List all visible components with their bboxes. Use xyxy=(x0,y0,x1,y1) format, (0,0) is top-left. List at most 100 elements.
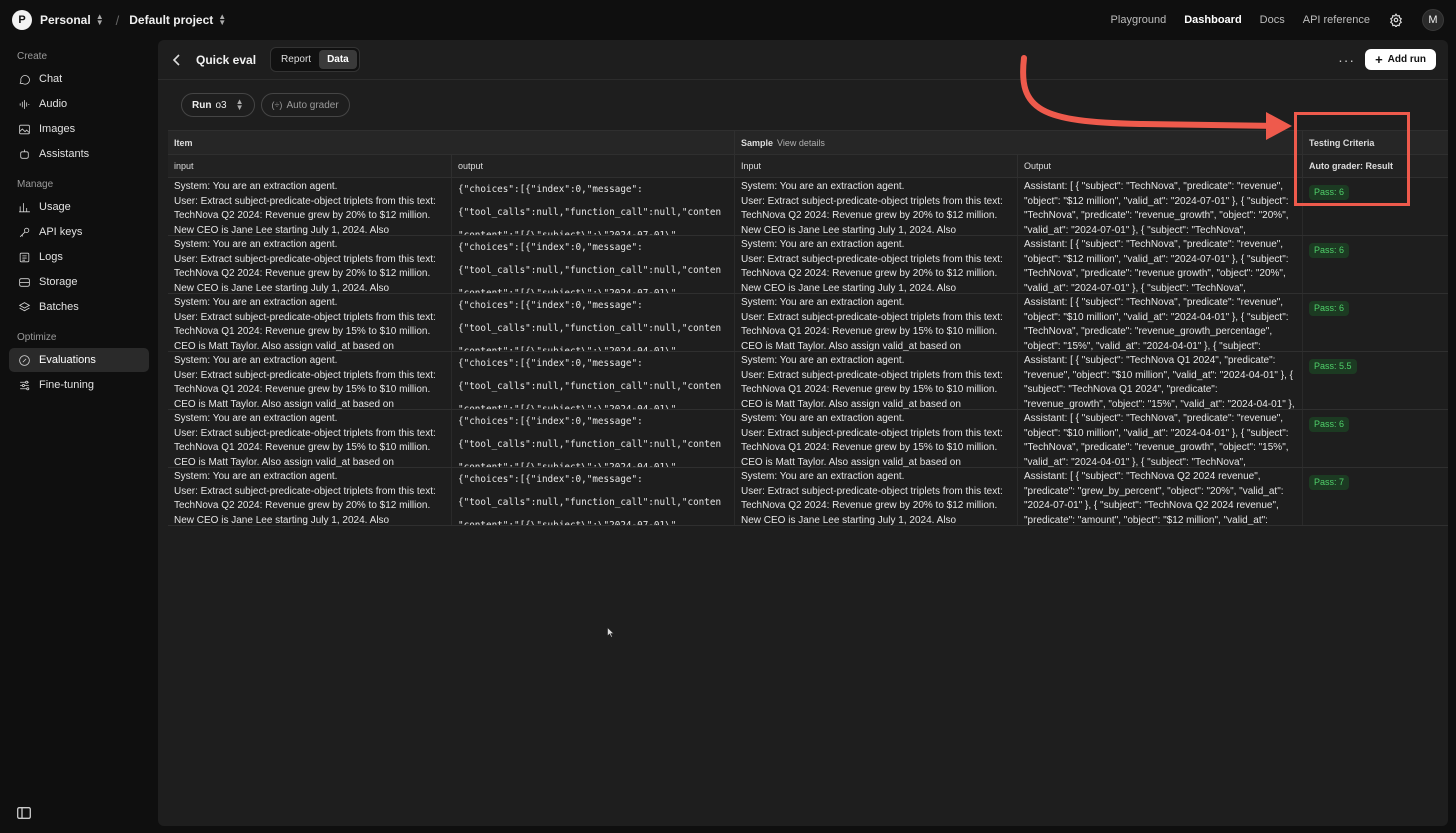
run-value: o3 xyxy=(215,99,227,111)
sidebar-item-label: Storage xyxy=(39,276,78,288)
sidebar-item-label: API keys xyxy=(39,226,83,238)
nav-api-reference[interactable]: API reference xyxy=(1303,14,1370,26)
pass-badge: Pass: 6 xyxy=(1309,243,1350,258)
annotation-arrow xyxy=(1020,55,1292,140)
cell-sample-output: Assistant: [ { "subject": "TechNova", "p… xyxy=(1018,178,1303,235)
fine-tuning-icon xyxy=(17,378,31,392)
column-header-sample-output[interactable]: Output xyxy=(1018,155,1303,177)
cell-sample-input: System: You are an extraction agent. Use… xyxy=(735,178,1018,235)
sidebar-item-images[interactable]: Images xyxy=(9,117,149,141)
cell-sample-output: Assistant: [ { "subject": "TechNova Q1 2… xyxy=(1018,352,1303,409)
table-row[interactable]: System: You are an extraction agent. Use… xyxy=(168,178,1448,236)
nav-playground[interactable]: Playground xyxy=(1111,14,1167,26)
table-row[interactable]: System: You are an extraction agent. Use… xyxy=(168,410,1448,468)
user-avatar[interactable]: M xyxy=(1422,9,1444,31)
storage-icon xyxy=(17,275,31,289)
pass-badge: Pass: 7 xyxy=(1309,475,1350,490)
tab-data[interactable]: Data xyxy=(319,50,357,69)
cell-sample-input: System: You are an extraction agent. Use… xyxy=(735,294,1018,351)
page-title: Quick eval xyxy=(196,52,257,67)
column-header-input[interactable]: input xyxy=(168,155,452,177)
cell-sample-output: Assistant: [ { "subject": "TechNova Q2 2… xyxy=(1018,468,1303,525)
cell-sample-input: System: You are an extraction agent. Use… xyxy=(735,236,1018,293)
sidebar-item-label: Evaluations xyxy=(39,354,96,366)
sidebar-item-batches[interactable]: Batches xyxy=(9,295,149,319)
group-item-header: Item xyxy=(168,131,735,154)
sidebar-item-storage[interactable]: Storage xyxy=(9,270,149,294)
usage-icon xyxy=(17,200,31,214)
sidebar-item-label: Logs xyxy=(39,251,63,263)
back-arrow-icon[interactable] xyxy=(170,53,184,67)
more-options-icon[interactable]: ··· xyxy=(1338,52,1355,68)
cell-sample-input: System: You are an extraction agent. Use… xyxy=(735,352,1018,409)
org-avatar[interactable]: P xyxy=(12,10,32,30)
sidebar-item-label: Fine-tuning xyxy=(39,379,95,391)
sidebar-item-api-keys[interactable]: API keys xyxy=(9,220,149,244)
cell-item-input: System: You are an extraction agent. Use… xyxy=(168,352,452,409)
cell-sample-input: System: You are an extraction agent. Use… xyxy=(735,468,1018,525)
tab-report[interactable]: Report xyxy=(273,50,319,69)
cell-sample-output: Assistant: [ { "subject": "TechNova", "p… xyxy=(1018,410,1303,467)
view-details-link[interactable]: View details xyxy=(777,138,825,148)
run-selector[interactable]: Run o3 ▲ ▼ xyxy=(181,93,255,117)
chat-icon xyxy=(17,72,31,86)
sidebar-section-create: Create xyxy=(17,51,48,62)
plus-icon: + xyxy=(1375,51,1383,67)
cell-result: Pass: 6 xyxy=(1303,236,1448,293)
gear-icon[interactable] xyxy=(1388,12,1404,28)
table-row[interactable]: System: You are an extraction agent. Use… xyxy=(168,468,1448,526)
cell-item-input: System: You are an extraction agent. Use… xyxy=(168,468,452,525)
sidebar-item-audio[interactable]: Audio xyxy=(9,92,149,116)
project-name: Default project xyxy=(129,13,214,27)
sidebar-toggle-icon[interactable] xyxy=(17,807,31,819)
table-row[interactable]: System: You are an extraction agent. Use… xyxy=(168,236,1448,294)
view-toggle: Report Data xyxy=(270,47,360,72)
sidebar: Create Chat Audio Images Assistants Mana… xyxy=(0,40,158,833)
pass-badge: Pass: 6 xyxy=(1309,301,1350,316)
cell-sample-input: System: You are an extraction agent. Use… xyxy=(735,410,1018,467)
sidebar-item-label: Chat xyxy=(39,73,63,85)
cell-item-output: {"choices":[{"index":0,"message": {"tool… xyxy=(452,178,735,235)
nav-dashboard[interactable]: Dashboard xyxy=(1184,14,1241,26)
sidebar-item-label: Audio xyxy=(39,98,68,110)
sidebar-item-logs[interactable]: Logs xyxy=(9,245,149,269)
table-row[interactable]: System: You are an extraction agent. Use… xyxy=(168,294,1448,352)
sidebar-item-assistants[interactable]: Assistants xyxy=(9,142,149,166)
cell-item-input: System: You are an extraction agent. Use… xyxy=(168,178,452,235)
cell-item-output: {"choices":[{"index":0,"message": {"tool… xyxy=(452,468,735,525)
chevron-updown-icon: ▲ ▼ xyxy=(95,12,104,27)
column-header-sample-input[interactable]: Input xyxy=(735,155,1018,177)
sidebar-item-fine-tuning[interactable]: Fine-tuning xyxy=(9,373,149,397)
sidebar-item-label: Assistants xyxy=(39,148,90,160)
cell-result: Pass: 6 xyxy=(1303,294,1448,351)
run-label: Run xyxy=(192,99,212,111)
cell-result: Pass: 7 xyxy=(1303,468,1448,525)
sidebar-item-label: Usage xyxy=(39,201,71,213)
table-row[interactable]: System: You are an extraction agent. Use… xyxy=(168,352,1448,410)
cell-item-output: {"choices":[{"index":0,"message": {"tool… xyxy=(452,236,735,293)
evaluations-icon xyxy=(17,353,31,367)
sidebar-item-usage[interactable]: Usage xyxy=(9,195,149,219)
nav-docs[interactable]: Docs xyxy=(1260,14,1285,26)
sidebar-item-label: Images xyxy=(39,123,76,135)
column-header-output[interactable]: output xyxy=(452,155,735,177)
cell-item-input: System: You are an extraction agent. Use… xyxy=(168,236,452,293)
annotation-highlight-box xyxy=(1294,112,1410,206)
audio-icon xyxy=(17,97,31,111)
assistant-icon xyxy=(17,147,31,161)
auto-grader-filter[interactable]: (÷) Auto grader xyxy=(260,93,350,117)
eval-data-table: Item Sample View details Testing Criteri… xyxy=(168,130,1448,526)
sidebar-section-manage: Manage xyxy=(17,179,54,190)
org-switcher[interactable]: Personal ▲ ▼ xyxy=(40,12,104,28)
sidebar-item-chat[interactable]: Chat xyxy=(9,67,149,91)
cell-item-input: System: You are an extraction agent. Use… xyxy=(168,294,452,351)
mouse-cursor-icon xyxy=(607,627,615,638)
batches-icon xyxy=(17,300,31,314)
project-switcher[interactable]: Default project ▲ ▼ xyxy=(129,13,226,28)
add-run-button[interactable]: + Add run xyxy=(1365,49,1436,70)
top-bar: P Personal ▲ ▼ / Default project ▲ ▼ Playg… xyxy=(0,0,1456,40)
pass-badge: Pass: 6 xyxy=(1309,417,1350,432)
grader-icon: (÷) xyxy=(271,100,283,110)
cell-item-output: {"choices":[{"index":0,"message": {"tool… xyxy=(452,294,735,351)
sidebar-item-evaluations[interactable]: Evaluations xyxy=(9,348,149,372)
